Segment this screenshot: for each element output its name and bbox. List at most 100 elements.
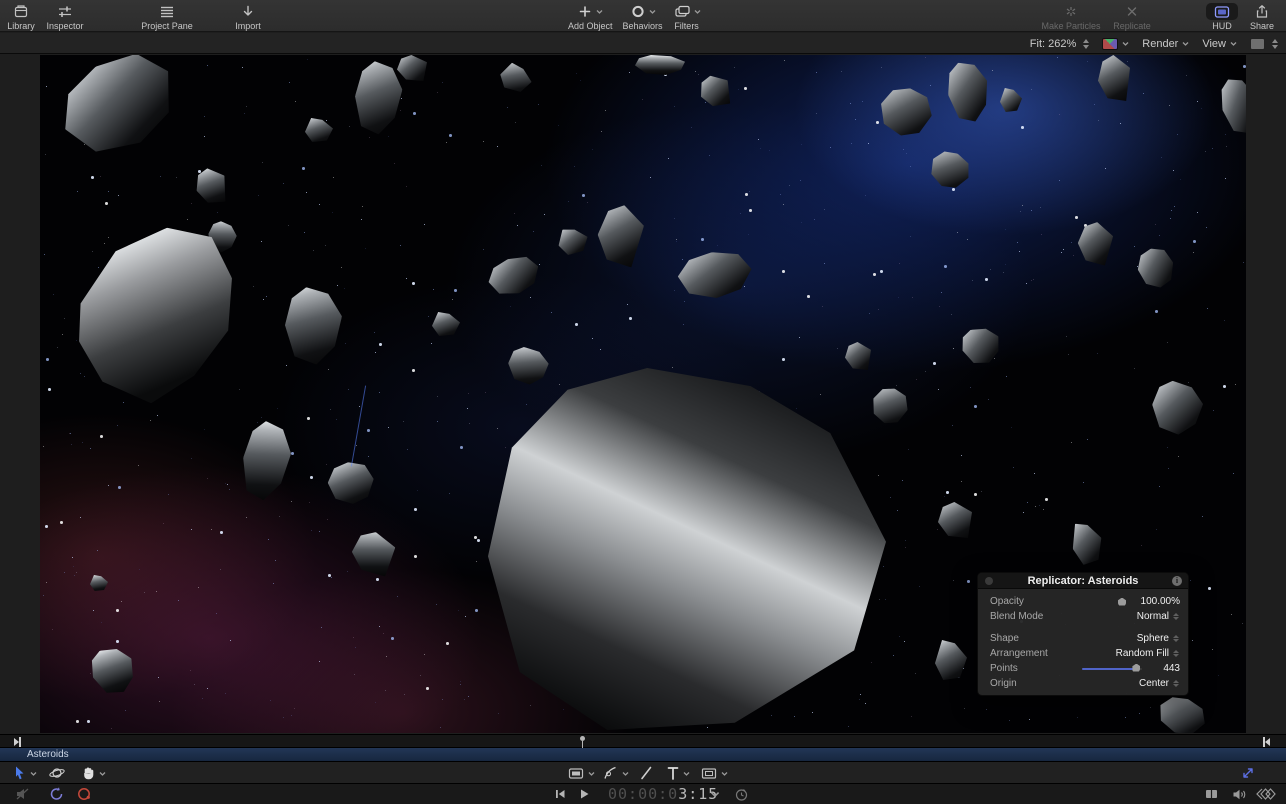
arrangement-value[interactable]: Random Fill <box>1116 648 1169 659</box>
arrangement-stepper[interactable] <box>1173 650 1180 657</box>
timecode-menu[interactable] <box>710 784 720 804</box>
pen-icon <box>602 765 619 781</box>
origin-stepper[interactable] <box>1173 680 1180 687</box>
origin-value[interactable]: Center <box>1139 678 1169 689</box>
motion-app-window: Library Inspector Project Pane Import <box>0 0 1286 804</box>
opacity-slider[interactable] <box>1066 598 1126 606</box>
previous-frame-icon <box>553 787 567 801</box>
add-object-button[interactable]: Add Object <box>568 3 613 31</box>
blend-mode-value[interactable]: Normal <box>1137 611 1169 622</box>
timer-display-toggle[interactable] <box>734 784 749 804</box>
mask-rect-icon <box>700 765 718 781</box>
view-dropdown[interactable]: View <box>1202 38 1237 50</box>
import-button[interactable]: Import <box>228 3 268 31</box>
points-slider[interactable] <box>1082 668 1142 670</box>
chevron-down-icon <box>1122 40 1129 47</box>
blend-mode-stepper[interactable] <box>1173 613 1180 620</box>
hud-titlebar[interactable]: Replicator: Asteroids i <box>978 573 1188 589</box>
hud-panel[interactable]: Replicator: Asteroids i Opacity 100.00% … <box>977 572 1189 696</box>
text-tool[interactable] <box>666 762 690 784</box>
mask-tool[interactable] <box>700 762 728 784</box>
inspector-icon <box>56 3 74 20</box>
import-icon <box>239 3 257 20</box>
hud-close-button[interactable] <box>985 577 993 585</box>
hud-title: Replicator: Asteroids <box>1028 575 1139 587</box>
channels-dropdown[interactable] <box>1102 38 1129 50</box>
render-label: Render <box>1142 38 1178 50</box>
chevron-down-icon <box>30 770 37 777</box>
library-icon <box>12 3 30 20</box>
chevron-down-icon <box>710 789 720 799</box>
inspector-label: Inspector <box>46 21 83 31</box>
pan-tool[interactable] <box>80 762 106 784</box>
mini-timeline[interactable] <box>0 734 1286 748</box>
share-icon <box>1254 3 1270 20</box>
points-slider-thumb[interactable] <box>1132 664 1140 672</box>
inspector-button[interactable]: Inspector <box>40 3 90 31</box>
rectangle-tool[interactable] <box>567 762 595 784</box>
text-icon <box>666 765 680 781</box>
share-label: Share <box>1250 21 1274 31</box>
audio-mute-button[interactable] <box>14 784 32 804</box>
hud-label: HUD <box>1212 21 1232 31</box>
timeline-resize-control[interactable] <box>1240 762 1256 784</box>
chevron-down-icon <box>99 770 106 777</box>
bezier-tool[interactable] <box>602 762 629 784</box>
chevron-down-icon <box>721 770 728 777</box>
filters-button[interactable]: Filters <box>673 3 701 31</box>
blend-mode-label: Blend Mode <box>990 611 1043 622</box>
make-particles-button[interactable]: Make Particles <box>1036 3 1106 31</box>
hud-info-icon[interactable]: i <box>1172 576 1182 586</box>
chevron-down-icon <box>649 8 656 15</box>
shape-stepper[interactable] <box>1173 635 1180 642</box>
show-keyframes-button[interactable] <box>1254 784 1278 804</box>
top-toolbar: Library Inspector Project Pane Import <box>0 0 1286 32</box>
library-button[interactable]: Library <box>2 3 40 31</box>
origin-label: Origin <box>990 678 1017 689</box>
hud-row-points: Points 443 <box>978 661 1188 676</box>
show-audio-tracks-button[interactable] <box>1231 784 1248 804</box>
shape-value[interactable]: Sphere <box>1137 633 1169 644</box>
view-label: View <box>1202 38 1226 50</box>
add-object-label: Add Object <box>568 21 613 31</box>
track-label: Asteroids <box>27 749 69 760</box>
out-point-marker[interactable] <box>1263 737 1270 747</box>
arrangement-label: Arrangement <box>990 648 1048 659</box>
hud-button[interactable]: HUD <box>1200 3 1244 31</box>
display-mode-stepper[interactable] <box>1272 39 1278 49</box>
show-video-tracks-button[interactable] <box>1204 784 1219 804</box>
hand-icon <box>80 765 96 781</box>
timecode-display[interactable]: 00:00:03:15 <box>608 784 718 804</box>
paint-stroke-tool[interactable] <box>639 762 653 784</box>
record-button[interactable] <box>76 784 93 804</box>
opacity-slider-thumb[interactable] <box>1118 598 1126 606</box>
points-label: Points <box>990 663 1018 674</box>
zoom-level-control[interactable]: Fit: 262% <box>1030 38 1089 50</box>
in-point-marker[interactable] <box>14 737 21 747</box>
canvas-status-bar: Fit: 262% Render View <box>0 33 1286 54</box>
go-to-start-button[interactable] <box>553 784 567 804</box>
resize-diagonal-icon <box>1240 765 1256 781</box>
render-dropdown[interactable]: Render <box>1142 38 1189 50</box>
timeline-track-asteroids[interactable]: Asteroids <box>0 748 1286 762</box>
speaker-muted-icon <box>14 786 32 802</box>
replicate-button[interactable]: Replicate <box>1106 3 1158 31</box>
record-icon <box>76 786 93 802</box>
loop-playback-button[interactable] <box>48 784 65 804</box>
shape-label: Shape <box>990 633 1019 644</box>
hud-icon <box>1206 3 1238 20</box>
transform-3d-tool[interactable] <box>48 762 66 784</box>
display-mode-control[interactable] <box>1250 38 1278 50</box>
opacity-value[interactable]: 100.00% <box>1134 596 1180 607</box>
points-slider-fill <box>1082 668 1135 670</box>
zoom-stepper[interactable] <box>1083 39 1089 49</box>
filters-icon <box>673 4 691 19</box>
play-button[interactable] <box>577 784 591 804</box>
rectangle-icon <box>567 765 585 781</box>
behaviors-button[interactable]: Behaviors <box>623 3 663 31</box>
transport-bar: 00:00:03:15 <box>0 784 1286 804</box>
share-button[interactable]: Share <box>1244 3 1280 31</box>
points-value[interactable]: 443 <box>1150 663 1180 674</box>
project-pane-button[interactable]: Project Pane <box>134 3 200 31</box>
select-tool[interactable] <box>12 762 37 784</box>
